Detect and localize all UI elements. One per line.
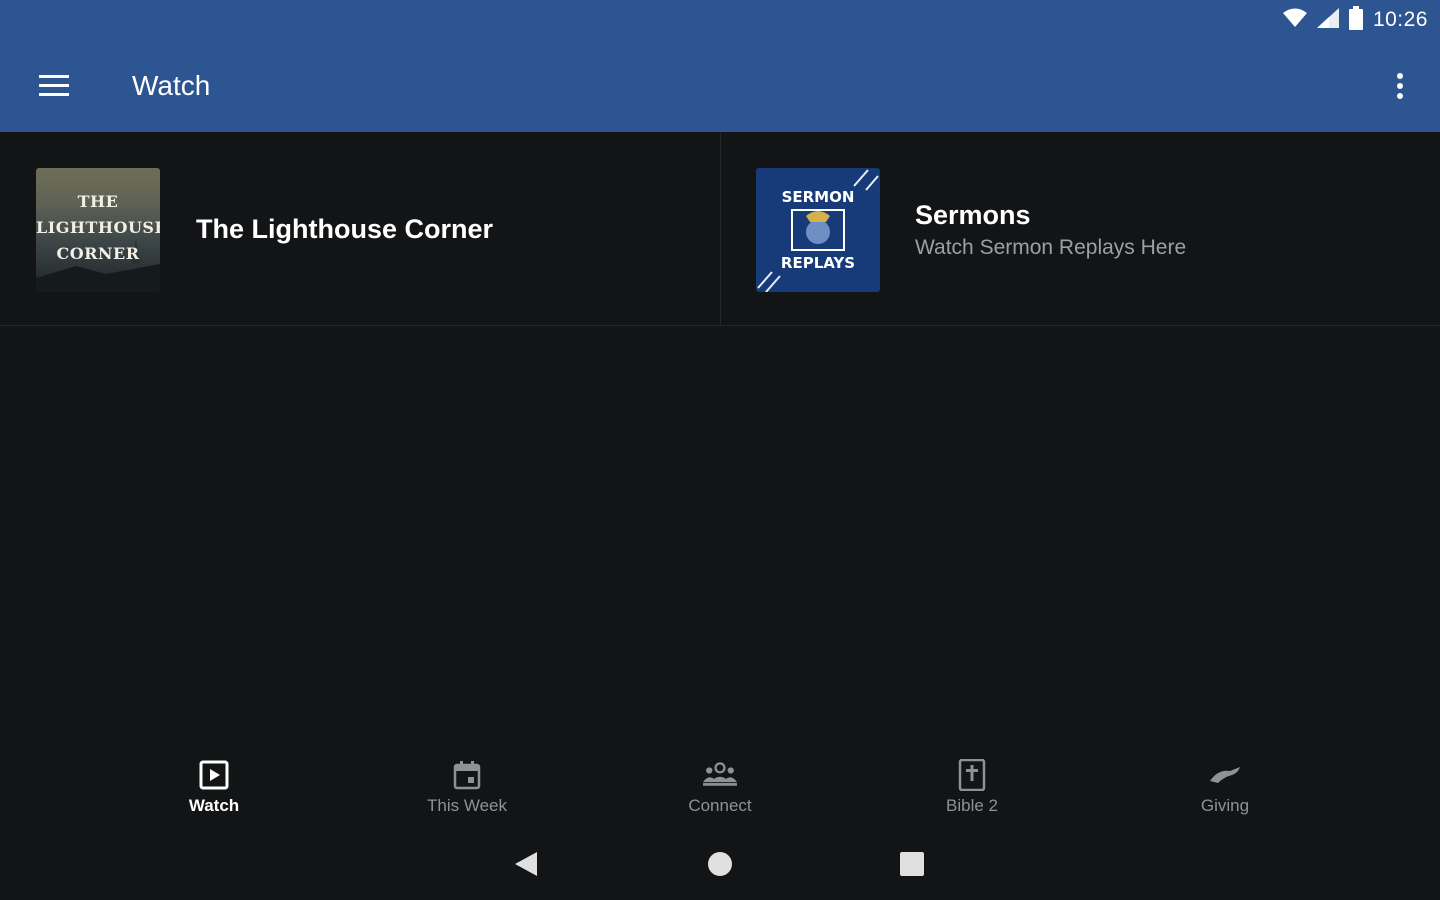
nav-label: Connect <box>688 796 752 815</box>
nav-label: This Week <box>427 796 507 815</box>
card-subtitle: Watch Sermon Replays Here <box>915 236 1187 259</box>
thumb-text-line: REPLAYS <box>780 254 856 272</box>
nav-item-connect[interactable]: Connect <box>620 740 820 826</box>
bible-icon <box>955 758 989 792</box>
lighthouse-thumbnail: THE LIGHTHOUSE CORNER <box>36 168 160 292</box>
system-navigation-bar <box>0 836 1440 892</box>
bottom-navigation: Watch This Week Connect Bible 2 Giving <box>0 740 1440 826</box>
nav-item-bible[interactable]: Bible 2 <box>872 740 1072 826</box>
group-icon <box>703 758 737 792</box>
signal-icon <box>1316 7 1339 33</box>
thumb-text-line: LIGHTHOUSE <box>36 218 160 237</box>
nav-item-this-week[interactable]: This Week <box>367 740 567 826</box>
nav-item-watch[interactable]: Watch <box>114 740 314 826</box>
nav-label: Giving <box>1200 796 1250 815</box>
status-bar: 10:26 <box>1282 5 1428 35</box>
card-title: The Lighthouse Corner <box>196 214 493 244</box>
recents-icon[interactable] <box>898 850 926 878</box>
thumb-text-line: CORNER <box>56 244 140 263</box>
card-sermons[interactable]: SERMON REPLAYS Sermons Watch Sermon Repl… <box>721 132 1440 326</box>
more-vertical-icon[interactable] <box>1388 68 1412 104</box>
home-icon[interactable] <box>706 850 734 878</box>
back-icon[interactable] <box>512 850 540 878</box>
nav-label: Watch <box>188 796 240 815</box>
status-time: 10:26 <box>1372 8 1428 31</box>
card-lighthouse-corner[interactable]: THE LIGHTHOUSE CORNER The Lighthouse Cor… <box>0 132 721 326</box>
thumb-text-line: THE <box>77 192 119 211</box>
calendar-icon <box>450 758 484 792</box>
hamburger-menu-icon[interactable] <box>36 68 72 104</box>
sermon-replays-thumbnail: SERMON REPLAYS <box>756 168 880 292</box>
page-title: Watch <box>132 70 211 101</box>
play-box-icon <box>197 758 231 792</box>
content-grid: THE LIGHTHOUSE CORNER The Lighthouse Cor… <box>0 132 1440 326</box>
battery-icon <box>1348 5 1363 35</box>
giving-hand-icon <box>1208 758 1242 792</box>
wifi-icon <box>1282 8 1307 33</box>
nav-label: Bible 2 <box>946 796 998 815</box>
card-title: Sermons <box>915 200 1031 230</box>
thumb-text-line: SERMON <box>781 188 855 206</box>
nav-item-giving[interactable]: Giving <box>1125 740 1325 826</box>
app-bar: 10:26 Watch <box>0 0 1440 132</box>
